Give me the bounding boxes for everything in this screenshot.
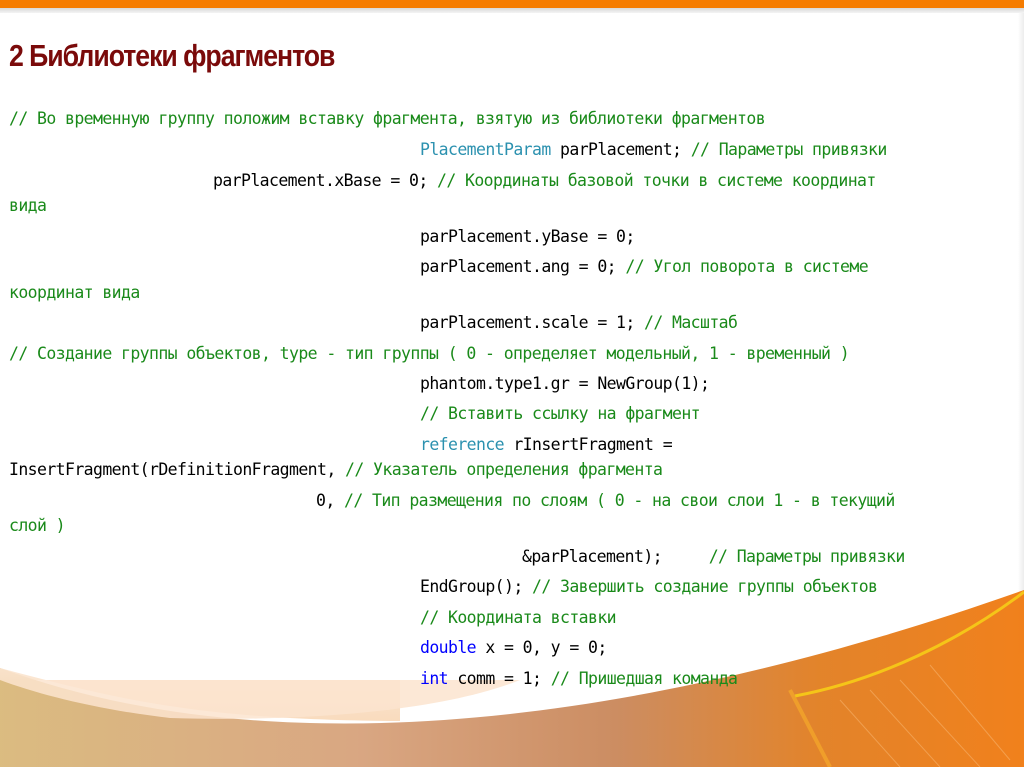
code-text: EndGroup(); — [420, 577, 533, 596]
code-keyword: int — [420, 669, 449, 688]
code-comment: // Параметры привязки — [690, 140, 888, 159]
code-comment: // Создание группы объектов, type - тип … — [9, 344, 850, 363]
code-line: InsertFragment(rDefinitionFragment, // У… — [9, 460, 663, 480]
code-line: PlacementParam parPlacement; // Параметр… — [420, 140, 887, 160]
code-text: parPlacement.ang = 0; — [420, 257, 626, 276]
code-line: phantom.type1.gr = NewGroup(1); — [420, 374, 710, 394]
code-comment: // Вставить ссылку на фрагмент — [420, 404, 701, 423]
code-comment: // Масштаб — [644, 313, 738, 332]
code-text: comm = 1; — [448, 669, 551, 688]
code-line: reference rInsertFragment = — [420, 435, 673, 455]
slide-title: 2 Библиотеки фрагментов — [9, 38, 335, 73]
code-text: parPlacement.xBase = 0; — [213, 171, 438, 190]
code-text: parPlacement.scale = 1; — [420, 313, 645, 332]
code-text: parPlacement.yBase = 0; — [420, 227, 635, 246]
code-comment: вида — [9, 196, 47, 215]
code-line: parPlacement.ang = 0; // Угол поворота в… — [420, 257, 869, 277]
code-line: parPlacement.yBase = 0; — [420, 227, 635, 247]
code-comment: координат вида — [9, 283, 140, 302]
code-line: 0, // Тип размещения по слоям ( 0 - на с… — [316, 491, 895, 511]
code-text: phantom.type1.gr = NewGroup(1); — [420, 374, 710, 393]
code-comment: // Угол поворота в системе — [625, 257, 869, 276]
code-line: // Во временную группу положим вставку ф… — [9, 109, 766, 129]
code-comment: слой ) — [9, 516, 66, 535]
code-line: вида — [9, 196, 47, 216]
code-line: &parPlacement); // Параметры привязки — [522, 547, 905, 567]
peach-band — [0, 668, 400, 721]
code-comment: // Завершить создание группы объектов — [532, 577, 878, 596]
code-text: rInsertFragment = — [504, 435, 673, 454]
code-line: координат вида — [9, 283, 140, 303]
code-text: InsertFragment(rDefinitionFragment, — [9, 460, 346, 479]
code-text: parPlacement; — [550, 140, 691, 159]
code-type-name: PlacementParam — [420, 140, 551, 159]
code-line: int comm = 1; // Пришедшая команда — [420, 669, 738, 689]
light-strokes — [839, 664, 1011, 767]
code-line: // Создание группы объектов, type - тип … — [9, 344, 850, 364]
code-line: parPlacement.xBase = 0; // Координаты ба… — [213, 171, 876, 191]
code-text: x = 0, y = 0; — [476, 638, 607, 657]
yellow-swoosh — [794, 590, 1024, 698]
code-comment: // Указатель определения фрагмента — [345, 460, 663, 479]
code-text: 0, — [316, 491, 345, 510]
code-type-name: reference — [420, 435, 505, 454]
orange-streak — [788, 689, 832, 767]
code-comment: // Координата вставки — [420, 608, 617, 627]
code-line: EndGroup(); // Завершить создание группы… — [420, 577, 878, 597]
code-comment: // Во временную группу положим вставку ф… — [9, 109, 766, 128]
code-comment: // Параметры привязки — [708, 547, 906, 566]
top-accent-shadow — [0, 8, 1024, 13]
code-line: слой ) — [9, 516, 66, 536]
slide-right-edge — [1018, 13, 1024, 653]
code-comment: // Пришедшая команда — [550, 669, 738, 688]
code-comment: // Координаты базовой точки в системе ко… — [437, 171, 876, 190]
code-line: parPlacement.scale = 1; // Масштаб — [420, 313, 738, 333]
code-line: // Координата вставки — [420, 608, 617, 628]
code-text: &parPlacement); — [522, 547, 709, 566]
code-comment: // Тип размещения по слоям ( 0 - на свои… — [344, 491, 895, 510]
code-keyword: double — [420, 638, 477, 657]
code-line: // Вставить ссылку на фрагмент — [420, 404, 701, 424]
code-line: double x = 0, y = 0; — [420, 638, 607, 658]
top-accent-bar — [0, 0, 1024, 8]
